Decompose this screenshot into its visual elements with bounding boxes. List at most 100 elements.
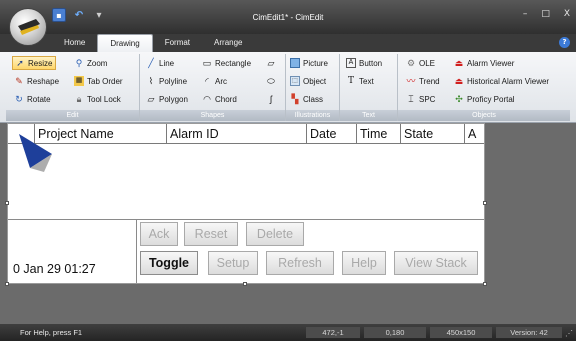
freehand-button[interactable]: ʃ	[266, 92, 276, 106]
cursor-icon: ➚	[16, 58, 24, 68]
status-object-size: 450x150	[430, 327, 492, 338]
column-alarm-id[interactable]: Alarm ID	[166, 124, 306, 144]
panel-vertical-divider	[136, 219, 137, 283]
tab-drawing[interactable]: Drawing	[97, 34, 153, 52]
spc-icon: ⌶	[408, 94, 414, 104]
toggle-button[interactable]: Toggle	[140, 251, 198, 275]
ribbon-group-text: A Button T Text Text	[340, 54, 398, 121]
tab-order-icon: ▦	[74, 76, 84, 86]
polyline-icon: ⌇	[148, 76, 154, 86]
alarm-grid-header: Project Name Alarm ID Date Time State A	[8, 124, 484, 144]
tab-order-button[interactable]: ▦ Tab Order	[74, 74, 123, 88]
magnifier-icon: ⚲	[75, 58, 83, 68]
refresh-button[interactable]: Refresh	[266, 251, 334, 275]
group-label-illustrations: Illustrations	[286, 110, 339, 121]
status-version: Version: 42	[496, 327, 562, 338]
window-title: CimEdit1* - CimEdit	[252, 13, 324, 22]
ellipse-button[interactable]: ⬭	[266, 74, 276, 88]
proficy-portal-button[interactable]: ✣ Proficy Portal	[454, 92, 514, 106]
zoom-button[interactable]: ⚲ Zoom	[74, 56, 108, 70]
group-label-text: Text	[340, 110, 397, 121]
tab-format[interactable]: Format	[153, 34, 202, 52]
polyline-button[interactable]: ⌇ Polyline	[146, 74, 187, 88]
chord-button[interactable]: ◠ Chord	[202, 92, 237, 106]
ribbon-group-shapes: ╱ Line ▭ Rectangle ▱ ⌇ Polyline ◜ Arc ⬭ …	[140, 54, 286, 121]
view-stack-button[interactable]: View Stack	[394, 251, 478, 275]
column-a[interactable]: A	[464, 124, 484, 144]
tab-home[interactable]: Home	[52, 34, 97, 52]
line-button[interactable]: ╱ Line	[146, 56, 174, 70]
tab-arrange[interactable]: Arrange	[202, 34, 254, 52]
class-button[interactable]: ▚ Class	[290, 92, 323, 106]
lock-icon: 🔒︎	[76, 94, 82, 104]
freehand-icon: ʃ	[270, 94, 272, 104]
setup-button[interactable]: Setup	[208, 251, 258, 275]
spc-button[interactable]: ⌶ SPC	[406, 92, 435, 106]
ole-button[interactable]: ⚙ OLE	[406, 56, 435, 70]
text-button[interactable]: T Text	[346, 74, 374, 88]
historical-alarm-icon: ⏏	[454, 76, 464, 86]
polygon-shape-icon: ▱	[267, 58, 275, 68]
resize-handle-bottom[interactable]	[243, 282, 247, 286]
rotate-button[interactable]: ↻ Rotate	[14, 92, 50, 106]
tool-lock-button[interactable]: 🔒︎ Tool Lock	[74, 92, 121, 106]
column-state[interactable]: State	[400, 124, 464, 144]
chord-icon: ◠	[203, 94, 211, 104]
resize-handle-right[interactable]	[483, 201, 487, 205]
resize-grip-icon[interactable]: ⋰	[565, 329, 573, 338]
ribbon-group-objects: ⚙ OLE ⏏ Alarm Viewer 〰 Trend ⏏ Historica…	[398, 54, 570, 121]
portal-icon: ✣	[455, 94, 463, 104]
help-icon[interactable]: ?	[559, 37, 570, 48]
app-logo-icon	[18, 19, 40, 35]
resize-handle-bottom-right[interactable]	[483, 282, 487, 286]
trend-button[interactable]: 〰 Trend	[406, 74, 439, 88]
arc-button[interactable]: ◜ Arc	[202, 74, 227, 88]
rounded-rect-button[interactable]: ▱	[266, 56, 276, 70]
status-bar: For Help, press F1 472,-1 0,180 450x150 …	[0, 324, 576, 341]
reshape-icon: ✎	[15, 76, 23, 86]
resize-handle-left[interactable]	[5, 201, 9, 205]
alarm-bell-icon: ⏏	[454, 58, 464, 68]
text-icon: T	[347, 76, 354, 86]
application-button[interactable]	[9, 8, 47, 46]
resize-handle-bottom-left[interactable]	[5, 282, 9, 286]
status-object-origin: 0,180	[364, 327, 426, 338]
alarm-viewer-button[interactable]: ⏏ Alarm Viewer	[454, 56, 515, 70]
column-date[interactable]: Date	[306, 124, 356, 144]
column-time[interactable]: Time	[356, 124, 400, 144]
polygon-button[interactable]: ▱ Polygon	[146, 92, 188, 106]
ellipse-icon: ⬭	[267, 76, 275, 86]
ribbon-group-illustrations: Picture ⬚ Object ▚ Class Illustrations	[286, 54, 340, 121]
picture-button[interactable]: Picture	[290, 56, 328, 70]
rectangle-icon: ▭	[202, 58, 212, 68]
ribbon: ➚ Resize ⚲ Zoom ✎ Reshape ▦ Tab Order ↻ …	[0, 52, 576, 123]
group-label-shapes: Shapes	[140, 110, 285, 121]
line-icon: ╱	[148, 58, 154, 68]
rotate-icon: ↻	[15, 94, 23, 104]
reset-button[interactable]: Reset	[184, 222, 238, 246]
alarm-viewer-object[interactable]: Project Name Alarm ID Date Time State A …	[7, 123, 485, 284]
button-button[interactable]: A Button	[346, 56, 382, 70]
ack-button[interactable]: Ack	[140, 222, 178, 246]
button-icon: A	[346, 58, 356, 68]
group-label-objects: Objects	[398, 110, 570, 121]
reshape-button[interactable]: ✎ Reshape	[14, 74, 59, 88]
class-icon: ▚	[291, 94, 299, 104]
help-button[interactable]: Help	[342, 251, 386, 275]
ole-icon: ⚙	[406, 58, 416, 68]
minimize-icon[interactable]: –	[523, 9, 528, 19]
window-controls: – □ X	[523, 9, 570, 19]
group-label-edit: Edit	[6, 110, 139, 121]
object-button[interactable]: ⬚ Object	[290, 74, 326, 88]
picture-icon	[290, 58, 300, 68]
historical-alarm-viewer-button[interactable]: ⏏ Historical Alarm Viewer	[454, 74, 549, 88]
delete-button[interactable]: Delete	[246, 222, 304, 246]
rectangle-button[interactable]: ▭ Rectangle	[202, 56, 251, 70]
ribbon-group-edit: ➚ Resize ⚲ Zoom ✎ Reshape ▦ Tab Order ↻ …	[6, 54, 140, 121]
resize-button[interactable]: ➚ Resize	[12, 56, 57, 70]
polygon-icon: ▱	[147, 94, 155, 104]
close-icon[interactable]: X	[564, 9, 570, 19]
object-icon: ⬚	[290, 76, 300, 86]
panel-divider	[8, 219, 484, 220]
maximize-icon[interactable]: □	[541, 9, 550, 19]
